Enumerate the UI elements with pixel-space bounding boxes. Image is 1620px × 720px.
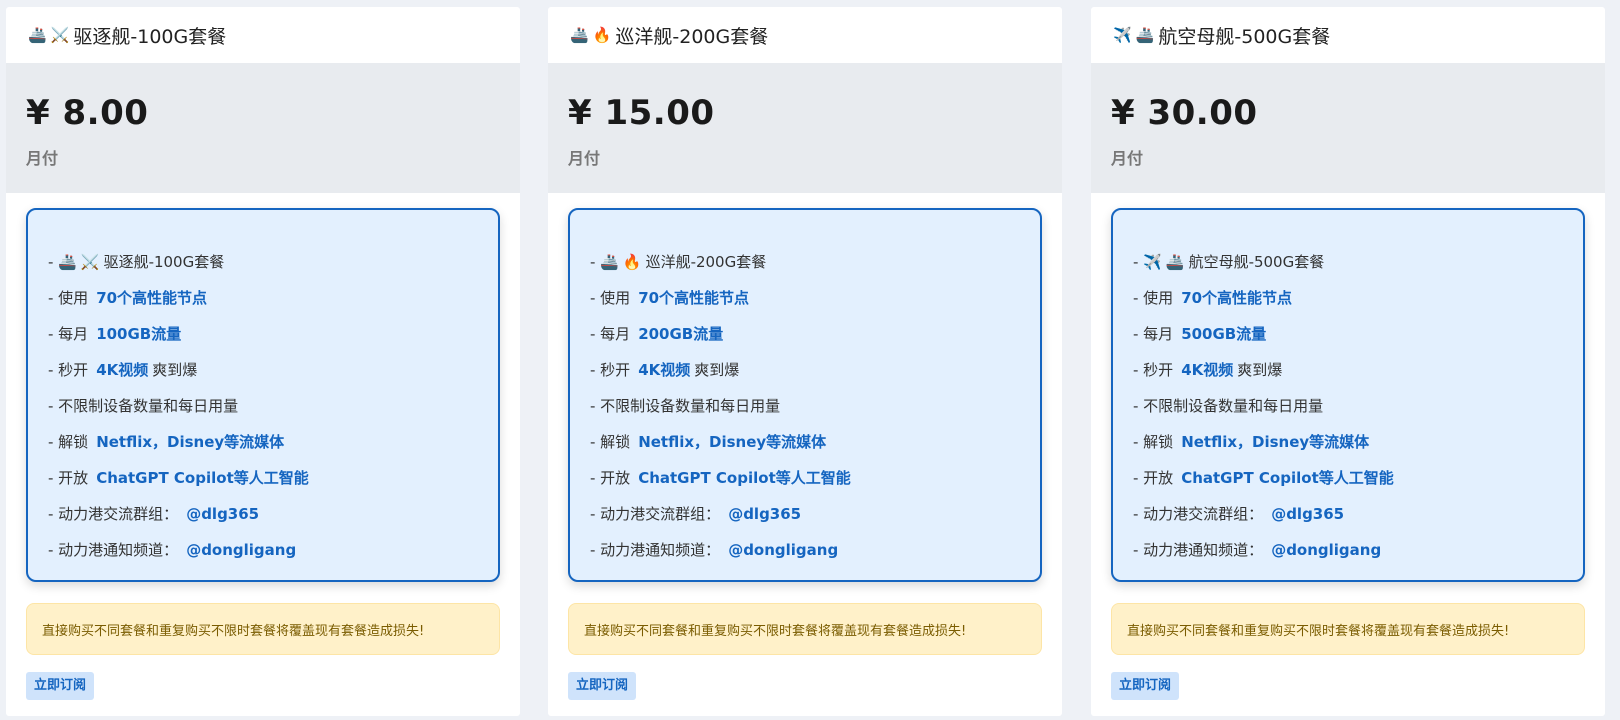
feature-item: - 开放 ChatGPT Copilot等人工智能 — [48, 469, 309, 487]
subscribe-button[interactable]: 立即订阅 — [26, 672, 95, 700]
billing-period: 月付 — [568, 149, 601, 168]
feature-item: - 使用 70个高性能节点 — [48, 289, 208, 307]
feature-item: - 秒开 4K视频 爽到爆 — [48, 361, 198, 379]
fire-icon: 🔥 — [592, 26, 612, 44]
feature-item: - 每月 100GB流量 — [48, 325, 182, 343]
subscribe-button[interactable]: 立即订阅 — [568, 672, 637, 700]
price-section: ¥ 30.00 月付 — [1091, 63, 1605, 193]
feature-item: - 不限制设备数量和每日用量 — [48, 397, 239, 415]
feature-list: - ✈️ 🚢 航空母舰-500G套餐 - 使用 70个高性能节点 - 每月 500GB流… — [1111, 208, 1585, 582]
crossed-swords-icon: ⚔️ — [80, 253, 100, 271]
plan-price: ¥ 8.00 — [26, 93, 149, 133]
ship-icon: 🚢 — [570, 26, 589, 44]
feature-item: - 解锁 Netflix，Disney等流媒体 — [1133, 433, 1370, 451]
plan-name: 驱逐舰-100G套餐 — [73, 25, 227, 48]
feature-item: - 使用 70个高性能节点 — [590, 289, 750, 307]
feature-item: - 使用 70个高性能节点 — [1133, 289, 1293, 307]
ship-icon: 🚢 — [1165, 253, 1185, 271]
price-section: ¥ 8.00 月付 — [6, 63, 520, 193]
feature-item: - 动力港交流群组： @dlg365 — [1133, 505, 1345, 523]
feature-item: - 动力港通知频道： @dongligang — [48, 541, 297, 559]
warning-alert: 直接购买不同套餐和重复购买不限时套餐将覆盖现有套餐造成损失! — [26, 603, 500, 655]
ship-icon: 🚢 — [28, 26, 47, 44]
ship-icon: 🚢 — [1135, 26, 1155, 44]
crossed-swords-icon: ⚔️ — [50, 26, 70, 44]
feature-item: - 🚢 ⚔️ 驱逐舰-100G套餐 — [48, 244, 498, 280]
subscribe-button[interactable]: 立即订阅 — [1111, 672, 1180, 700]
feature-list: - 🚢 🔥 巡洋舰-200G套餐 - 使用 70个高性能节点 - 每月 200GB流量 … — [568, 208, 1042, 582]
feature-item: - 开放 ChatGPT Copilot等人工智能 — [590, 469, 851, 487]
plan-card-carrier: ✈️ 🚢 航空母舰-500G套餐 ¥ 30.00 月付 - ✈️ 🚢 航空母舰-500G… — [1091, 7, 1605, 716]
feature-list: - 🚢 ⚔️ 驱逐舰-100G套餐 - 使用 70个高性能节点 - 每月 100GB流量… — [26, 208, 500, 582]
feature-item: - 秒开 4K视频 爽到爆 — [590, 361, 740, 379]
plan-price: ¥ 30.00 — [1111, 93, 1258, 133]
plan-title: 🚢 ⚔️ 驱逐舰-100G套餐 — [6, 7, 520, 63]
warning-alert: 直接购买不同套餐和重复购买不限时套餐将覆盖现有套餐造成损失! — [568, 603, 1042, 655]
plan-name: 巡洋舰-200G套餐 — [615, 25, 769, 48]
feature-item: - 不限制设备数量和每日用量 — [1133, 397, 1324, 415]
feature-item: - 动力港交流群组： @dlg365 — [48, 505, 260, 523]
fire-icon: 🔥 — [622, 253, 642, 271]
feature-item: - 每月 200GB流量 — [590, 325, 724, 343]
feature-item: - 动力港通知频道： @dongligang — [1133, 541, 1382, 559]
feature-item: - 解锁 Netflix，Disney等流媒体 — [48, 433, 285, 451]
feature-item: - 不限制设备数量和每日用量 — [590, 397, 781, 415]
feature-item: - 动力港通知频道： @dongligang — [590, 541, 839, 559]
feature-item: - 🚢 🔥 巡洋舰-200G套餐 — [590, 244, 1040, 280]
feature-item: - 秒开 4K视频 爽到爆 — [1133, 361, 1283, 379]
feature-item: - 开放 ChatGPT Copilot等人工智能 — [1133, 469, 1394, 487]
plan-title: ✈️ 🚢 航空母舰-500G套餐 — [1091, 7, 1605, 63]
plans-grid: 🚢 ⚔️ 驱逐舰-100G套餐 ¥ 8.00 月付 - 🚢 ⚔️ 驱逐舰-100G套餐 … — [0, 0, 1620, 720]
ship-icon: 🚢 — [58, 253, 77, 271]
price-section: ¥ 15.00 月付 — [548, 63, 1062, 193]
plan-price: ¥ 15.00 — [568, 93, 715, 133]
feature-item: - 动力港交流群组： @dlg365 — [590, 505, 802, 523]
airplane-icon: ✈️ — [1143, 253, 1162, 271]
feature-item: - ✈️ 🚢 航空母舰-500G套餐 — [1133, 244, 1583, 280]
airplane-icon: ✈️ — [1113, 26, 1132, 44]
warning-alert: 直接购买不同套餐和重复购买不限时套餐将覆盖现有套餐造成损失! — [1111, 603, 1585, 655]
feature-item: - 每月 500GB流量 — [1133, 325, 1267, 343]
plan-card-cruiser: 🚢 🔥 巡洋舰-200G套餐 ¥ 15.00 月付 - 🚢 🔥 巡洋舰-200G套餐 -… — [548, 7, 1062, 716]
billing-period: 月付 — [26, 149, 59, 168]
plan-card-destroyer: 🚢 ⚔️ 驱逐舰-100G套餐 ¥ 8.00 月付 - 🚢 ⚔️ 驱逐舰-100G套餐 … — [6, 7, 520, 716]
feature-item: - 解锁 Netflix，Disney等流媒体 — [590, 433, 827, 451]
plan-name: 航空母舰-500G套餐 — [1158, 25, 1331, 48]
billing-period: 月付 — [1111, 149, 1144, 168]
plan-title: 🚢 🔥 巡洋舰-200G套餐 — [548, 7, 1062, 63]
ship-icon: 🚢 — [600, 253, 619, 271]
